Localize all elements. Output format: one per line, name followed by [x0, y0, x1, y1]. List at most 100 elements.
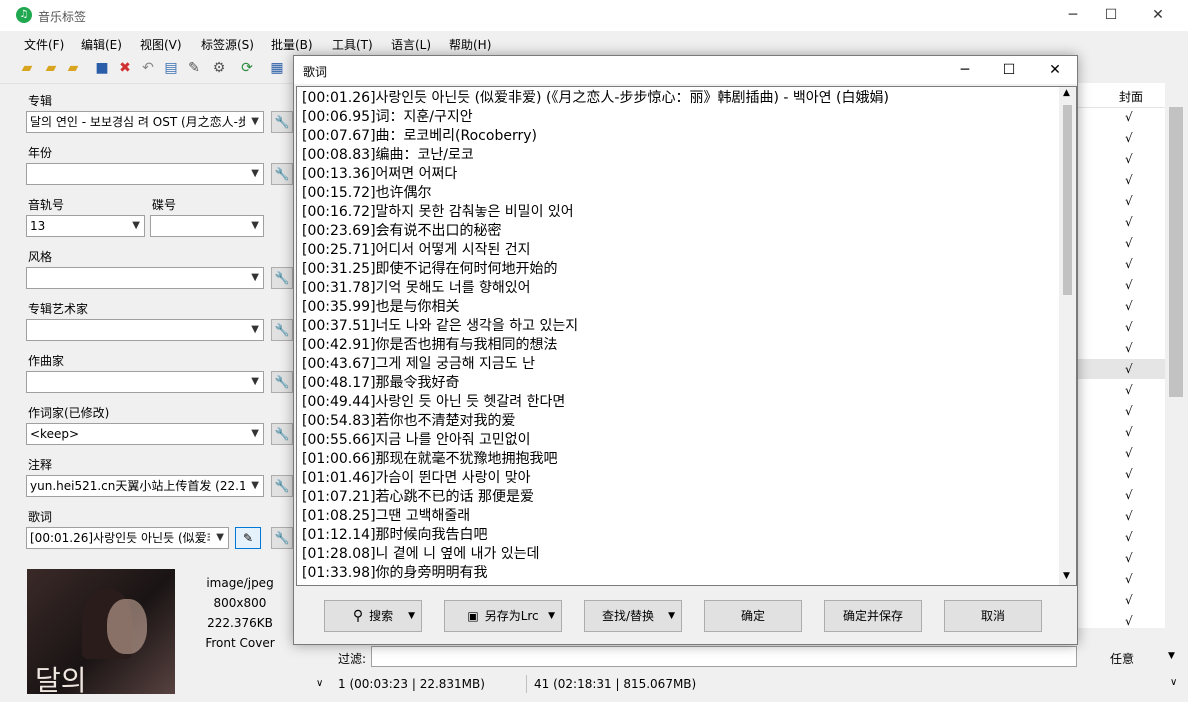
lyrics-combo[interactable]: [00:01.26]사랑인듯 아닌듯 (似爱非爱) ▼ [26, 527, 229, 549]
lyrics-scrollbar[interactable]: ▲ ▼ [1059, 87, 1076, 585]
lyrics-scroll-thumb[interactable] [1063, 105, 1072, 295]
undo-icon[interactable]: ↶ [139, 59, 157, 77]
menu-edit[interactable]: 编辑(E) [81, 36, 122, 53]
cover-image[interactable]: 달의 [27, 569, 175, 694]
cover-check-mark: √ [1125, 320, 1133, 334]
cover-check-mark: √ [1125, 194, 1133, 208]
menu-tag-source[interactable]: 标签源(S) [201, 36, 254, 53]
cover-check-mark: √ [1125, 404, 1133, 418]
add-folder-icon[interactable]: ▰ [42, 59, 60, 77]
save-icon[interactable]: ■ [93, 59, 111, 77]
lyricist-wrench-button[interactable]: 🔧 [271, 423, 293, 445]
cover-check-mark: √ [1125, 215, 1133, 229]
tag-source-icon[interactable]: ⚙ [210, 59, 228, 77]
lyricist-combo[interactable]: <keep> ▼ [26, 423, 264, 445]
album-wrench-button[interactable]: 🔧 [271, 111, 293, 133]
composer-wrench-button[interactable]: 🔧 [271, 371, 293, 393]
ok-save-label: 确定并保存 [842, 609, 903, 623]
disc-combo[interactable]: ▼ [150, 215, 264, 237]
selected-row[interactable] [1077, 359, 1165, 379]
track-combo[interactable]: 13 ▼ [26, 215, 145, 237]
lyric-line: [00:35.99]也是与你相关 [302, 299, 460, 315]
menu-file[interactable]: 文件(F) [24, 36, 64, 53]
list-scroll-thumb[interactable] [1169, 107, 1183, 397]
list-scrollbar[interactable] [1165, 83, 1188, 628]
cover-size: 800x800 [213, 596, 267, 610]
menu-tools[interactable]: 工具(T) [332, 36, 373, 53]
scroll-down-icon[interactable]: ▼ [1063, 571, 1070, 581]
wrench-icon: 🔧 [274, 167, 290, 181]
filter-label: 过滤: [338, 652, 367, 666]
lyric-line: [00:49.44]사랑인 듯 아닌 듯 헷갈려 한다면 [302, 394, 566, 410]
cover-check-mark: √ [1125, 173, 1133, 187]
dialog-minimize-button[interactable]: ─ [942, 56, 988, 84]
tools-icon[interactable]: ✎ [185, 59, 203, 77]
cover-check-mark: √ [1125, 299, 1133, 313]
year-wrench-button[interactable]: 🔧 [271, 163, 293, 185]
lyric-line: [00:55.66]지금 나를 안아줘 고민없이 [302, 432, 531, 448]
album-combo[interactable]: 달의 연인 - 보보경심 려 OST (月之恋人-步步惊心：丽) ▼ [26, 111, 264, 133]
ok-save-button[interactable]: 确定并保存 [824, 600, 922, 632]
menu-language[interactable]: 语言(L) [391, 36, 431, 53]
dialog-close-button[interactable]: ✕ [1032, 56, 1078, 84]
chevron-down-icon: ▼ [251, 116, 259, 127]
folder-list-icon[interactable]: ▰ [64, 59, 82, 77]
lyric-line: [00:13.36]어쩌면 어쩌다 [302, 166, 458, 182]
chevron-down-icon[interactable]: ∨ [316, 678, 323, 689]
ok-button[interactable]: 确定 [704, 600, 802, 632]
genre-combo[interactable]: ▼ [26, 267, 264, 289]
maximize-button[interactable]: ☐ [1088, 0, 1134, 31]
close-button[interactable]: ✕ [1135, 0, 1181, 31]
comment-value: yun.hei521.cn天翼小站上传首发 (22.11 [30, 479, 245, 493]
wrench-icon: 🔧 [274, 271, 290, 285]
lyric-line: [00:23.69]会有说不出口的秘密 [302, 223, 502, 239]
chevron-down-icon[interactable]: ∨ [1170, 677, 1177, 688]
search-icon: ⚲ [352, 608, 364, 624]
lyric-line: [00:01.26]사랑인듯 아닌듯 (似爱非爱) (《月之恋人-步步惊心：丽》… [302, 90, 889, 106]
chevron-down-icon[interactable]: ▼ [1168, 651, 1175, 661]
lyric-line: [00:31.78]기억 못해도 너를 향해있어 [302, 280, 531, 296]
cover-column-header[interactable]: 封面 [1119, 88, 1143, 105]
chevron-down-icon: ▼ [251, 220, 259, 231]
grid-view-icon[interactable]: ▦ [268, 59, 286, 77]
cover-check-mark: √ [1125, 425, 1133, 439]
filter-input[interactable] [371, 646, 1077, 667]
comment-combo[interactable]: yun.hei521.cn天翼小站上传首发 (22.11 ▼ [26, 475, 264, 497]
wrench-icon: 🔧 [274, 115, 290, 129]
chevron-down-icon: ▼ [408, 611, 415, 621]
cover-check-mark: √ [1125, 488, 1133, 502]
album-artist-combo[interactable]: ▼ [26, 319, 264, 341]
cover-check-mark: √ [1125, 593, 1133, 607]
lyrics-textarea[interactable]: [00:01.26]사랑인듯 아닌듯 (似爱非爱) (《月之恋人-步步惊心：丽》… [296, 86, 1077, 586]
album-artist-wrench-button[interactable]: 🔧 [271, 319, 293, 341]
filter-option[interactable]: 任意 [1110, 650, 1134, 667]
menu-view[interactable]: 视图(V) [140, 36, 182, 53]
search-button[interactable]: ⚲ 搜索 ▼ [324, 600, 422, 632]
menu-batch[interactable]: 批量(B) [271, 36, 313, 53]
cover-check-mark: √ [1125, 551, 1133, 565]
cancel-button[interactable]: 取消 [944, 600, 1042, 632]
book-icon[interactable]: ▤ [162, 59, 180, 77]
cover-mime: image/jpeg [206, 576, 274, 590]
dialog-maximize-button[interactable]: ☐ [986, 56, 1032, 84]
save-lrc-button[interactable]: ▣ 另存为Lrc ▼ [444, 600, 562, 632]
find-replace-button[interactable]: 查找/替换 ▼ [584, 600, 682, 632]
lyrics-label: 歌词 [28, 510, 53, 524]
refresh-icon[interactable]: ⟳ [238, 59, 256, 77]
scroll-up-icon[interactable]: ▲ [1063, 88, 1070, 98]
chevron-down-icon: ▼ [251, 480, 259, 491]
lyric-line: [01:01.46]가슴이 뛴다면 사랑이 맞아 [302, 470, 531, 486]
year-combo[interactable]: ▼ [26, 163, 264, 185]
delete-icon[interactable]: ✖ [116, 59, 134, 77]
open-folder-icon[interactable]: ▰ [18, 59, 36, 77]
cover-check-mark: √ [1125, 446, 1133, 460]
composer-combo[interactable]: ▼ [26, 371, 264, 393]
menu-help[interactable]: 帮助(H) [449, 36, 491, 53]
genre-wrench-button[interactable]: 🔧 [271, 267, 293, 289]
comment-wrench-button[interactable]: 🔧 [271, 475, 293, 497]
lyrics-wrench-button[interactable]: 🔧 [271, 527, 293, 549]
title-bar: ♫ 音乐标签 ─ ☐ ✕ [0, 0, 1188, 31]
edit-lyrics-button[interactable]: ✎ [235, 527, 261, 549]
lyricist-label: 作词家(已修改) [28, 406, 110, 420]
album-label: 专辑 [28, 94, 53, 108]
